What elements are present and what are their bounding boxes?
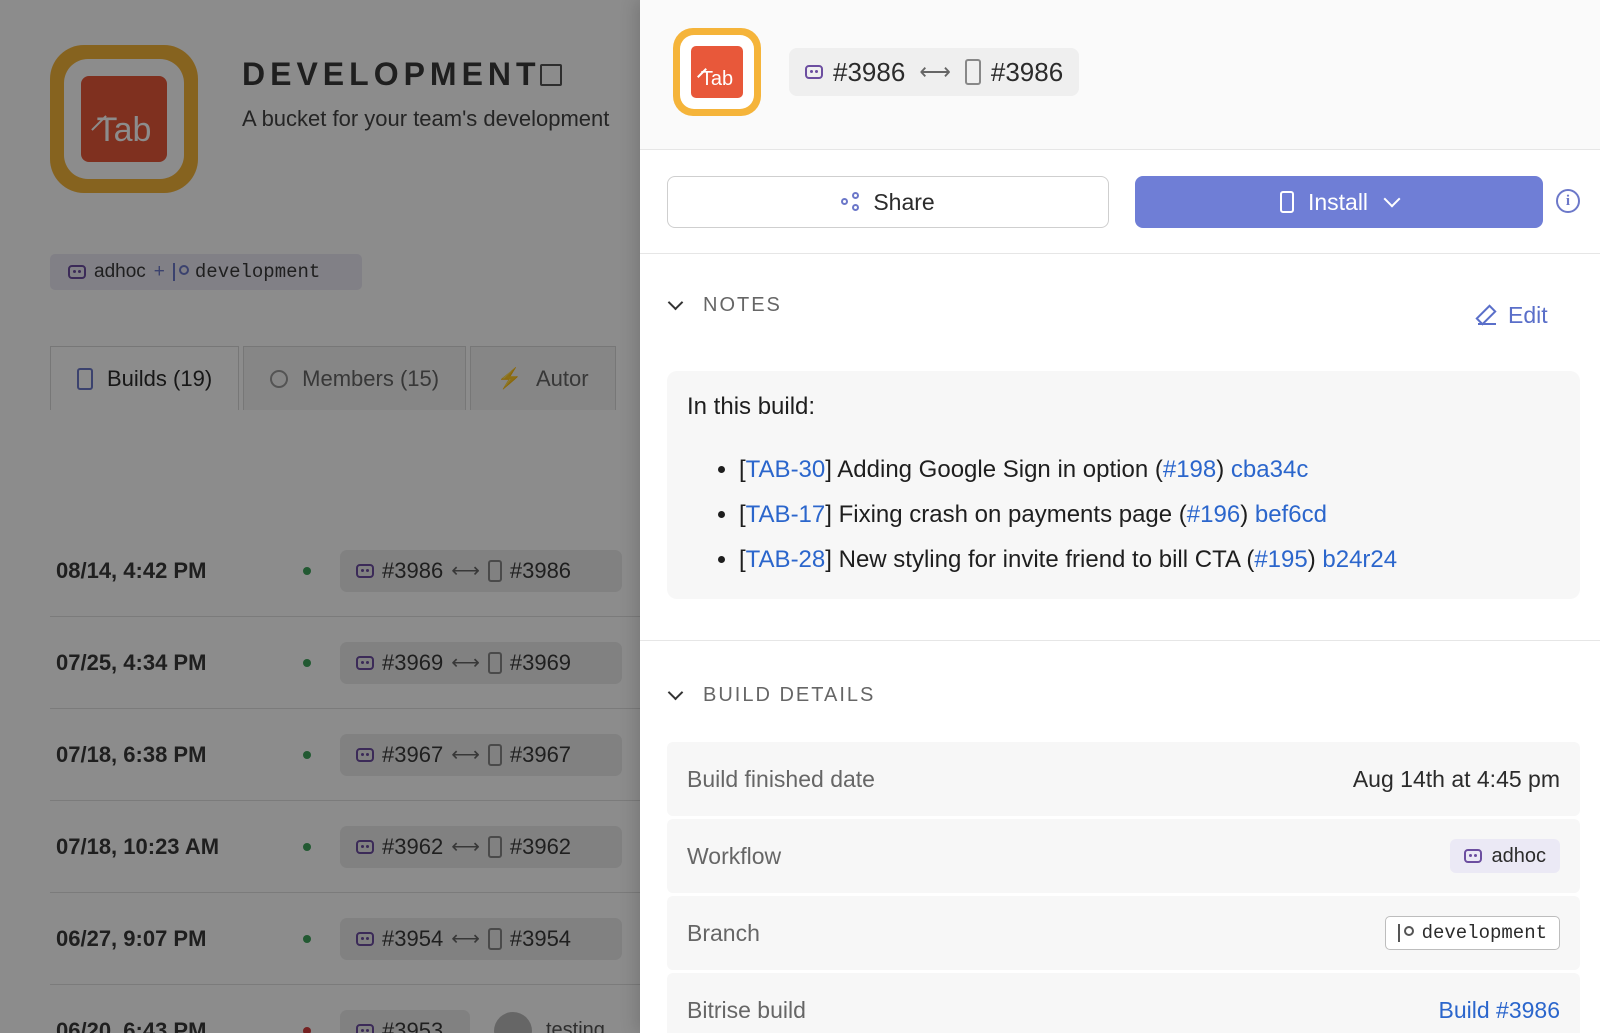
chevron-down-icon bbox=[667, 684, 684, 701]
share-icon bbox=[841, 192, 861, 212]
detail-row-finished-date: Build finished date Aug 14th at 4:45 pm bbox=[667, 742, 1580, 816]
list-item: [TAB-30] Adding Google Sign in option (#… bbox=[739, 447, 1560, 492]
pr-link[interactable]: #198 bbox=[1163, 456, 1216, 483]
build-detail-drawer: Tab #3986 ⟷ #3986 Share Install i NOTES bbox=[640, 0, 1600, 1033]
note-text: Adding Google Sign in option bbox=[837, 456, 1149, 483]
robot-icon bbox=[805, 65, 823, 79]
list-item: [TAB-17] Fixing crash on payments page (… bbox=[739, 492, 1560, 537]
drawer-actions: Share Install bbox=[640, 150, 1600, 254]
build-details-toggle[interactable]: BUILD DETAILS bbox=[667, 684, 876, 707]
section-divider bbox=[640, 640, 1600, 641]
commit-link[interactable]: b24r24 bbox=[1322, 546, 1397, 573]
detail-row-workflow: Workflow adhoc bbox=[667, 819, 1580, 893]
detail-label: Workflow bbox=[687, 842, 782, 869]
app-icon: Tab bbox=[673, 28, 761, 116]
device-icon bbox=[964, 59, 981, 85]
list-item: [TAB-28] New styling for invite friend t… bbox=[739, 537, 1560, 582]
install-button[interactable]: Install bbox=[1135, 176, 1543, 228]
build-pill: #3986 ⟷ #3986 bbox=[789, 48, 1080, 96]
edit-notes-button[interactable]: Edit bbox=[1478, 302, 1548, 329]
chevron-down-icon bbox=[667, 294, 684, 311]
bitrise-build-link[interactable]: Build #3986 bbox=[1439, 997, 1561, 1024]
notes-intro: In this build: bbox=[687, 393, 816, 420]
device-icon bbox=[1279, 191, 1294, 213]
detail-row-branch: Branch development bbox=[667, 896, 1580, 970]
info-icon[interactable]: i bbox=[1556, 189, 1580, 213]
note-text: New styling for invite friend to bill CT… bbox=[838, 546, 1240, 573]
install-label: Install bbox=[1307, 188, 1369, 215]
detail-label: Branch bbox=[687, 919, 760, 946]
ticket-link[interactable]: TAB-28 bbox=[746, 546, 826, 573]
notes-list: [TAB-30] Adding Google Sign in option (#… bbox=[687, 447, 1560, 582]
branch-value: development bbox=[1421, 922, 1547, 944]
build-details-heading: BUILD DETAILS bbox=[703, 684, 876, 706]
build-details-list: Build finished date Aug 14th at 4:45 pm … bbox=[667, 742, 1580, 1033]
branch-chip: development bbox=[1384, 916, 1560, 950]
app-icon-text: Tab bbox=[700, 68, 734, 90]
detail-label: Build finished date bbox=[687, 765, 875, 792]
commit-link[interactable]: bef6cd bbox=[1255, 501, 1327, 528]
ticket-link[interactable]: TAB-30 bbox=[746, 456, 826, 483]
pencil-icon bbox=[1478, 307, 1496, 325]
note-text: Fixing crash on payments page bbox=[838, 501, 1173, 528]
robot-icon bbox=[1463, 849, 1482, 863]
detail-value: Aug 14th at 4:45 pm bbox=[1352, 765, 1560, 792]
chevron-down-icon bbox=[1383, 190, 1401, 208]
commit-link[interactable]: cba34c bbox=[1231, 456, 1308, 483]
modal-backdrop[interactable] bbox=[0, 0, 640, 1033]
device-build-number: #3986 bbox=[990, 56, 1064, 87]
drawer-header: Tab #3986 ⟷ #3986 bbox=[640, 0, 1600, 150]
notes-content: In this build: [TAB-30] Adding Google Si… bbox=[667, 371, 1580, 599]
ticket-link[interactable]: TAB-17 bbox=[746, 501, 826, 528]
build-number: #3986 bbox=[833, 56, 906, 87]
workflow-value: adhoc bbox=[1491, 844, 1547, 867]
notes-toggle[interactable]: NOTES bbox=[667, 294, 782, 317]
workflow-chip: adhoc bbox=[1449, 839, 1560, 873]
share-label: Share bbox=[873, 188, 935, 215]
pr-link[interactable]: #195 bbox=[1254, 546, 1307, 573]
notes-heading: NOTES bbox=[703, 294, 782, 316]
edit-label: Edit bbox=[1508, 302, 1548, 328]
arrow-icon: ⟷ bbox=[919, 59, 951, 84]
pr-link[interactable]: #196 bbox=[1187, 501, 1240, 528]
detail-label: Bitrise build bbox=[687, 996, 806, 1023]
branch-icon bbox=[1397, 924, 1414, 942]
detail-row-bitrise-build: Bitrise build Build #3986 bbox=[667, 973, 1580, 1033]
share-button[interactable]: Share bbox=[667, 176, 1109, 228]
